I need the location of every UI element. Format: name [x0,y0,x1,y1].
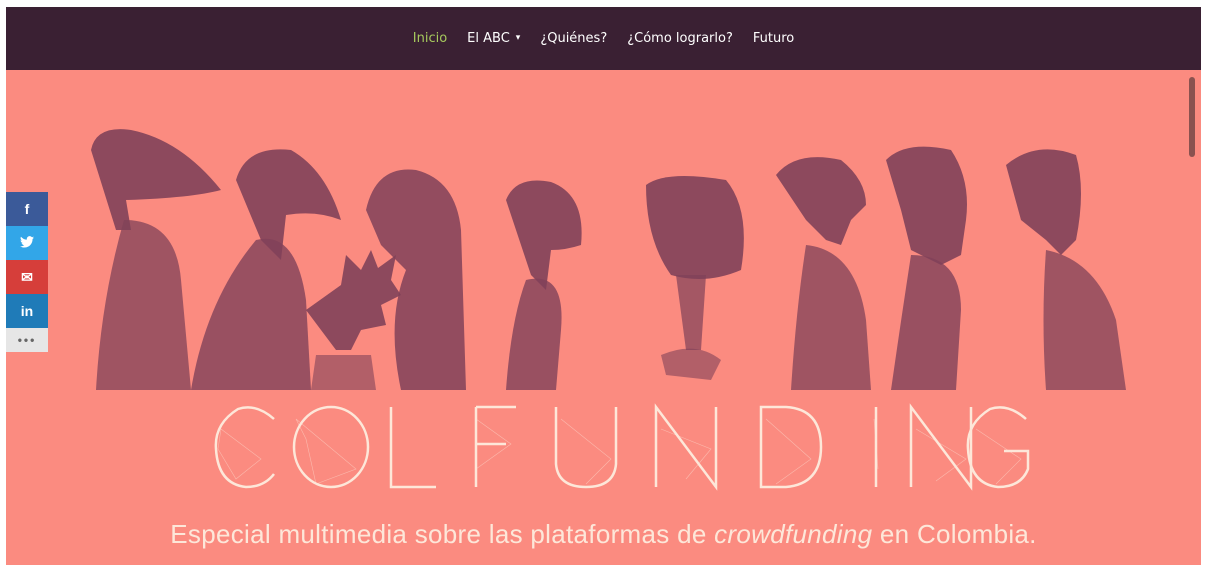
nav-menu: Inicio El ABC ▾ ¿Quiénes? ¿Cómo lograrlo… [413,31,794,46]
chevron-down-icon: ▾ [515,33,521,43]
twitter-icon [20,235,34,251]
linkedin-icon: in [20,303,34,319]
hero-subtitle: Especial multimedia sobre las plataforma… [6,519,1201,550]
facebook-share-button[interactable]: f [6,192,48,226]
mail-share-button[interactable]: ✉ [6,260,48,294]
nav-item-el-abc[interactable]: El ABC ▾ [467,31,520,46]
figure-9 [1006,149,1126,390]
figure-5 [506,180,582,390]
subtitle-text-before: Especial multimedia sobre las plataforma… [170,519,715,549]
title-letter-l [389,407,436,489]
subtitle-emphasis: crowdfunding [714,519,873,549]
hero-title [6,389,1201,509]
page-frame: Inicio El ABC ▾ ¿Quiénes? ¿Cómo lograrlo… [6,7,1201,565]
title-letter-u [554,407,618,489]
title-letter-f [474,405,516,487]
top-navbar: Inicio El ABC ▾ ¿Quiénes? ¿Cómo lograrlo… [6,7,1201,70]
title-letter-n-2 [909,403,973,491]
mail-icon: ✉ [21,268,33,285]
more-share-button[interactable]: ••• [6,328,48,352]
title-letter-g [966,406,1030,489]
title-letter-n [654,403,718,491]
title-letter-o [292,405,370,489]
nav-item-quienes[interactable]: ¿Quiénes? [540,31,607,46]
title-letter-d [759,405,823,489]
more-icon: ••• [17,333,37,347]
social-share-bar: f ✉ in ••• [6,192,48,352]
linkedin-share-button[interactable]: in [6,294,48,328]
figure-3 [306,250,401,390]
nav-item-como-lograrlo[interactable]: ¿Cómo lograrlo? [627,31,733,46]
hero-illustration [6,70,1201,390]
nav-item-futuro[interactable]: Futuro [753,31,794,46]
subtitle-text-after: en Colombia. [872,519,1037,549]
title-mesh-pattern [217,418,1022,485]
nav-item-el-abc-label: El ABC [467,31,510,46]
figure-7 [776,157,871,390]
figure-8 [886,146,967,390]
nav-item-inicio[interactable]: Inicio [413,31,447,46]
scrollbar-thumb[interactable] [1189,77,1195,157]
figure-6 [646,176,744,380]
twitter-share-button[interactable] [6,226,48,260]
facebook-icon: f [24,201,30,217]
